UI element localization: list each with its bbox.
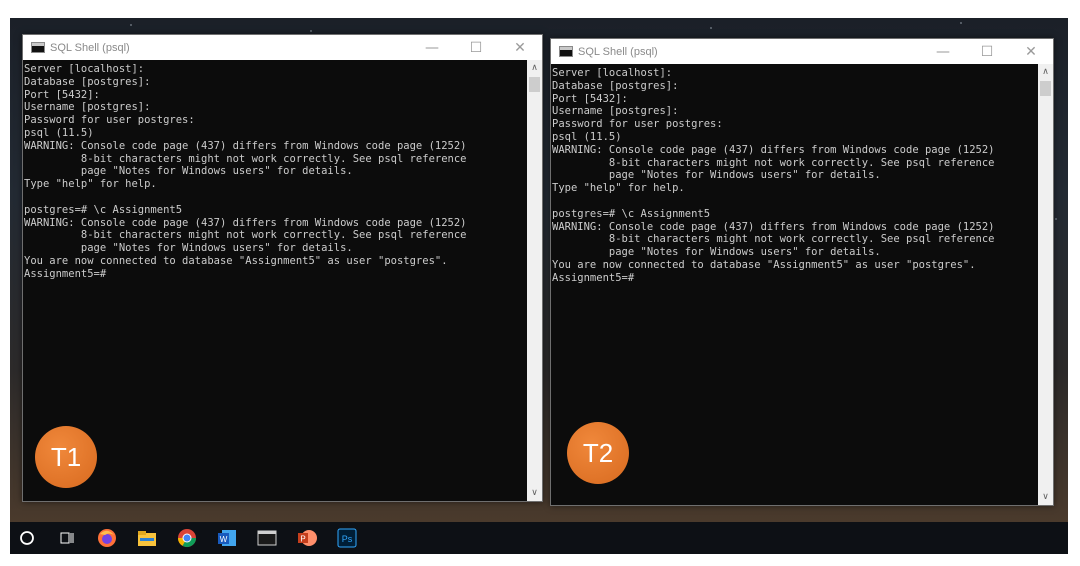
console-line: 8-bit characters might not work correctl… [24, 229, 467, 242]
vertical-scrollbar[interactable]: ∧ ∨ [527, 60, 542, 501]
firefox-icon[interactable] [92, 523, 122, 553]
console-line: 8-bit characters might not work correctl… [552, 233, 995, 246]
terminal-badge: T1 [35, 426, 97, 488]
scroll-down-arrow-icon[interactable]: ∨ [1038, 489, 1053, 505]
scroll-down-arrow-icon[interactable]: ∨ [527, 485, 542, 501]
console-line: Type "help" for help. [24, 178, 157, 191]
console-line: page "Notes for Windows users" for detai… [552, 246, 881, 259]
console-line: Server [localhost]: [552, 67, 673, 79]
sql-shell-window-2[interactable]: SQL Shell (psql) — ☐ ✕ Server [localhost… [550, 38, 1054, 506]
file-explorer-icon[interactable] [132, 523, 162, 553]
word-icon-label: W [220, 535, 228, 544]
console-line: psql (11.5) [552, 130, 622, 143]
window-title: SQL Shell (psql) [50, 41, 130, 54]
cortana-search-icon[interactable] [12, 523, 42, 553]
scroll-thumb[interactable] [529, 77, 540, 92]
scroll-up-arrow-icon[interactable]: ∧ [527, 60, 542, 76]
vertical-scrollbar[interactable]: ∧ ∨ [1038, 64, 1053, 505]
console-line: Type "help" for help. [552, 182, 685, 195]
maximize-button[interactable]: ☐ [965, 39, 1009, 64]
close-button[interactable]: ✕ [1009, 39, 1053, 64]
console-prompt[interactable]: Assignment5=# [24, 268, 106, 280]
console-line: Port [5432]: [552, 92, 628, 105]
minimize-button[interactable]: — [921, 39, 965, 64]
terminal-badge: T2 [567, 422, 629, 484]
console-line: postgres=# \c Assignment5 [552, 207, 711, 220]
console-line: Port [5432]: [24, 88, 100, 101]
console-line: 8-bit characters might not work correctl… [552, 156, 995, 169]
console-line: WARNING: Console code page (437) differs… [552, 220, 995, 233]
minimize-button[interactable]: — [410, 35, 454, 60]
task-view-icon[interactable] [52, 523, 82, 553]
console-line: Username [postgres]: [24, 101, 151, 114]
console-line: page "Notes for Windows users" for detai… [552, 169, 881, 182]
photoshop-icon[interactable]: Ps [332, 523, 362, 553]
console-line: psql (11.5) [24, 126, 94, 139]
console-app-icon [559, 46, 573, 57]
window-title: SQL Shell (psql) [578, 45, 658, 58]
console-line: Database [postgres]: [552, 79, 679, 92]
title-bar[interactable]: SQL Shell (psql) — ☐ ✕ [23, 35, 542, 60]
console-line: postgres=# \c Assignment5 [24, 203, 183, 216]
powerpoint-icon-label: P [300, 535, 305, 544]
scroll-up-arrow-icon[interactable]: ∧ [1038, 64, 1053, 80]
sql-shell-window-1[interactable]: SQL Shell (psql) — ☐ ✕ Server [localhost… [22, 34, 543, 502]
console-line: WARNING: Console code page (437) differs… [24, 139, 467, 152]
console-line: You are now connected to database "Assig… [24, 254, 448, 267]
word-icon[interactable]: W [212, 523, 242, 553]
console-app-icon [31, 42, 45, 53]
scroll-thumb[interactable] [1040, 81, 1051, 96]
chrome-icon[interactable] [172, 523, 202, 553]
photoshop-icon-label: Ps [342, 534, 353, 544]
maximize-button[interactable]: ☐ [454, 35, 498, 60]
terminal-icon[interactable] [252, 523, 282, 553]
console-line: Password for user postgres: [24, 114, 195, 127]
powerpoint-icon[interactable]: P [292, 523, 322, 553]
console-line: WARNING: Console code page (437) differs… [24, 216, 467, 229]
console-line: 8-bit characters might not work correctl… [24, 152, 467, 165]
console-output[interactable]: Server [localhost]: Database [postgres]:… [23, 60, 527, 501]
console-prompt[interactable]: Assignment5=# [552, 272, 634, 284]
console-line: Database [postgres]: [24, 75, 151, 88]
console-line: Username [postgres]: [552, 105, 679, 118]
console-line: WARNING: Console code page (437) differs… [552, 143, 995, 156]
console-line: page "Notes for Windows users" for detai… [24, 165, 353, 178]
title-bar[interactable]: SQL Shell (psql) — ☐ ✕ [551, 39, 1053, 64]
console-line: page "Notes for Windows users" for detai… [24, 242, 353, 255]
close-button[interactable]: ✕ [498, 35, 542, 60]
console-line: You are now connected to database "Assig… [552, 258, 976, 271]
console-line: Server [localhost]: [24, 63, 145, 75]
taskbar: W P Ps [10, 522, 1068, 554]
console-line: Password for user postgres: [552, 118, 723, 131]
console-output[interactable]: Server [localhost]: Database [postgres]:… [551, 64, 1038, 505]
